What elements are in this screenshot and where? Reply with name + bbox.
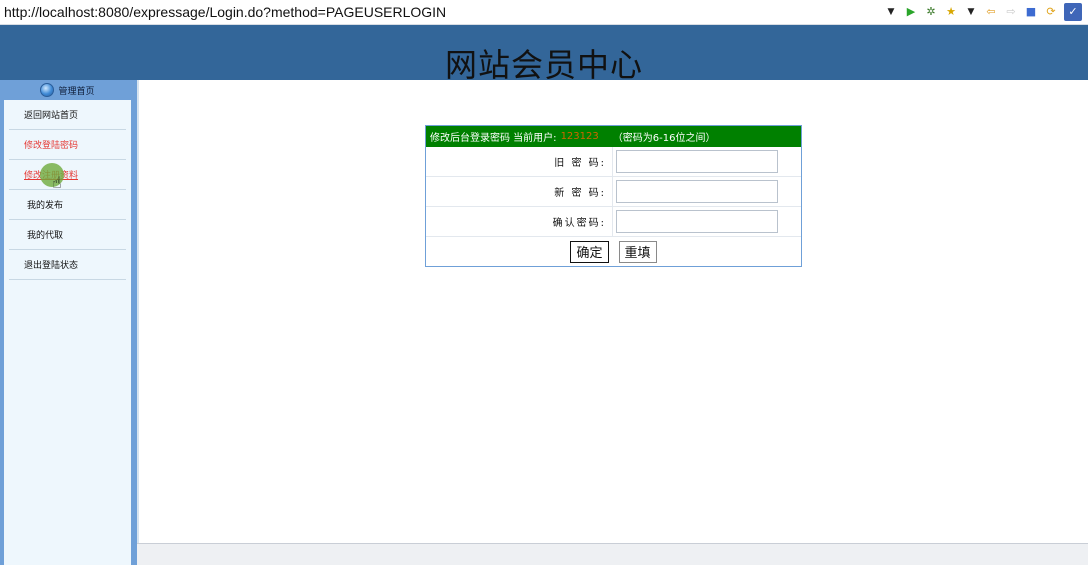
submit-button[interactable]: 确定 xyxy=(570,240,609,263)
sidebar-item-my-posts[interactable]: 我的发布 xyxy=(9,190,126,220)
hand-cursor-icon: ☝ xyxy=(52,173,62,192)
sidebar-item-edit-profile[interactable]: 修改注册资料 xyxy=(9,160,126,190)
change-password-form: 修改后台登录密码 当前用户: 123123 （密码为6-16位之间） 旧 密 码… xyxy=(425,125,802,267)
back-icon[interactable]: ⇦ xyxy=(984,5,998,19)
confirm-password-input[interactable] xyxy=(616,210,778,233)
new-password-row: 新 密 码: xyxy=(426,176,801,207)
extension-icon[interactable]: ✓ xyxy=(1064,3,1082,21)
sidebar-item-label: 退出登陆状态 xyxy=(24,261,79,271)
sidebar-header-label: 管理首页 xyxy=(58,86,95,97)
sidebar: 管理首页 返回网站首页 修改登陆密码 修改注册资料 我的发布 我的代取 退出登陆… xyxy=(0,80,137,565)
favorites-dropdown-icon[interactable]: ▼ xyxy=(964,5,978,19)
sidebar-header[interactable]: 管理首页 xyxy=(4,80,131,100)
sidebar-item-label: 我的代取 xyxy=(27,231,64,241)
sidebar-item-home[interactable]: 返回网站首页 xyxy=(9,100,126,130)
password-hint: （密码为6-16位之间） xyxy=(612,133,716,144)
sidebar-item-label: 我的发布 xyxy=(27,201,64,211)
browser-toolbar: ▼ ▶ ✲ ★ ▼ ⇦ ⇨ ■ ⟳ ✓ xyxy=(884,3,1088,21)
old-password-label: 旧 密 码: xyxy=(554,158,606,169)
run-icon[interactable]: ▶ xyxy=(904,5,918,19)
form-header: 修改后台登录密码 当前用户: 123123 （密码为6-16位之间） xyxy=(426,126,801,147)
refresh-icon[interactable]: ⟳ xyxy=(1044,5,1058,19)
current-user: 123123 xyxy=(560,131,599,142)
stop-icon[interactable]: ■ xyxy=(1024,5,1038,19)
sidebar-item-logout[interactable]: 退出登陆状态 xyxy=(9,250,126,280)
form-title: 修改后台登录密码 当前用户: xyxy=(430,133,557,144)
sidebar-menu: 返回网站首页 修改登陆密码 修改注册资料 我的发布 我的代取 退出登陆状态 xyxy=(9,100,126,280)
form-buttons: 确定 重填 xyxy=(426,237,801,266)
new-password-label: 新 密 码: xyxy=(554,188,606,199)
status-bar xyxy=(137,543,1088,565)
old-password-input[interactable] xyxy=(616,150,778,173)
address-bar: ▼ ▶ ✲ ★ ▼ ⇦ ⇨ ■ ⟳ ✓ xyxy=(0,0,1088,25)
debug-icon[interactable]: ✲ xyxy=(924,5,938,19)
favorites-icon[interactable]: ★ xyxy=(944,5,958,19)
url-input[interactable] xyxy=(0,1,884,23)
dropdown-arrow-icon[interactable]: ▼ xyxy=(884,5,898,19)
old-password-row: 旧 密 码: xyxy=(426,146,801,177)
new-password-input[interactable] xyxy=(616,180,778,203)
site-header: 网站会员中心 xyxy=(0,25,1088,84)
globe-icon xyxy=(40,83,55,97)
confirm-password-label: 确认密码: xyxy=(552,218,606,229)
sidebar-item-change-password[interactable]: 修改登陆密码 xyxy=(9,130,126,160)
forward-icon[interactable]: ⇨ xyxy=(1004,5,1018,19)
sidebar-item-my-pickups[interactable]: 我的代取 xyxy=(9,220,126,250)
reset-button[interactable]: 重填 xyxy=(618,240,657,263)
sidebar-item-label: 修改登陆密码 xyxy=(24,141,79,151)
sidebar-item-label: 返回网站首页 xyxy=(24,111,79,121)
page-title: 网站会员中心 xyxy=(444,46,643,84)
confirm-password-row: 确认密码: xyxy=(426,206,801,237)
